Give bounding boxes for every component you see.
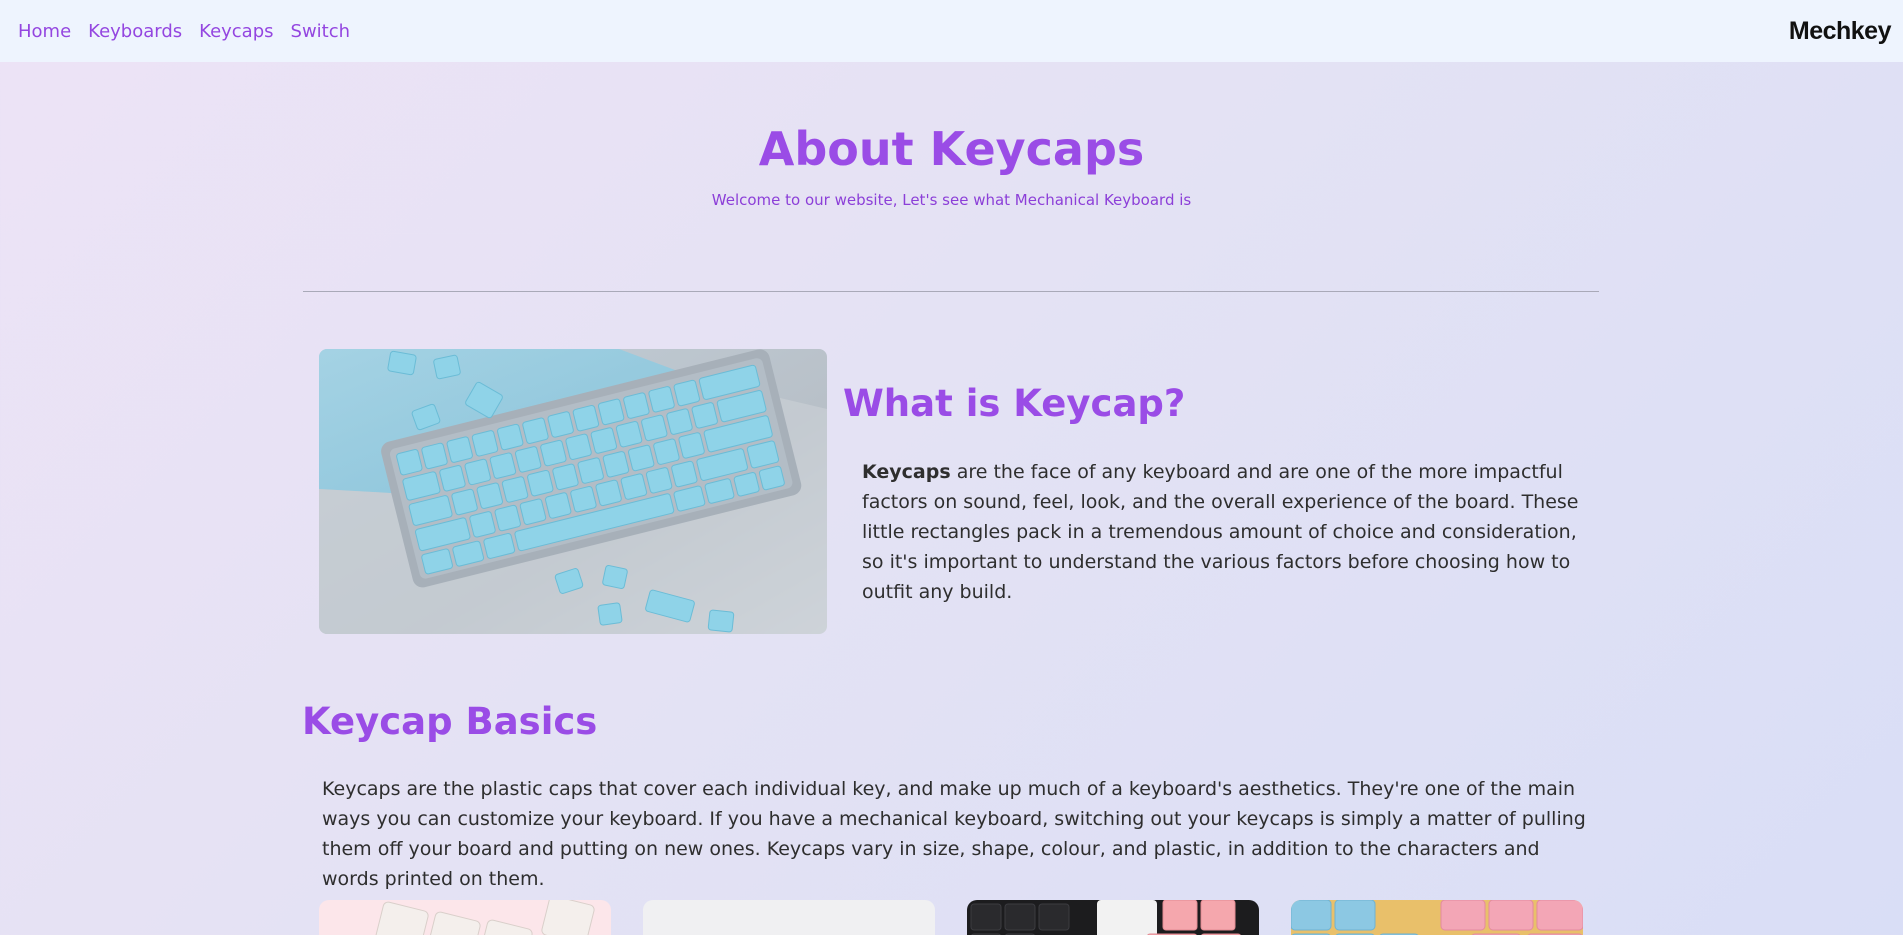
brand-logo[interactable]: Mechkey xyxy=(1789,17,1892,46)
page-title: About Keycaps xyxy=(758,122,1145,176)
white-keycaps-image xyxy=(319,900,611,935)
top-nav: Home Keyboards Keycaps Switch Mechkey xyxy=(0,0,1903,62)
gray-keycaps-image xyxy=(643,900,935,935)
what-is-keycap-body: are the face of any keyboard and are one… xyxy=(862,461,1579,603)
section-divider xyxy=(303,291,1599,292)
pastel-keycaps-image xyxy=(1291,900,1583,935)
keycap-basics-text: Keycaps are the plastic caps that cover … xyxy=(322,778,1586,890)
nav-switch-link[interactable]: Switch xyxy=(291,21,351,42)
what-is-keycap-heading: What is Keycap? xyxy=(843,382,1186,425)
nav-keyboards-link[interactable]: Keyboards xyxy=(88,21,182,42)
nav-keycaps-link[interactable]: Keycaps xyxy=(199,21,273,42)
nav-links: Home Keyboards Keycaps Switch xyxy=(18,21,350,42)
what-is-keycap-text: Keycaps are the face of any keyboard and… xyxy=(862,457,1582,607)
keycaps-bold-term: Keycaps xyxy=(862,461,951,483)
page-subtitle: Welcome to our website, Let's see what M… xyxy=(711,191,1192,209)
black-pink-keycaps-image xyxy=(967,900,1259,935)
keycap-basics-heading: Keycap Basics xyxy=(302,700,598,743)
blue-keycap-keyboard-image xyxy=(319,349,827,634)
nav-home-link[interactable]: Home xyxy=(18,21,71,42)
